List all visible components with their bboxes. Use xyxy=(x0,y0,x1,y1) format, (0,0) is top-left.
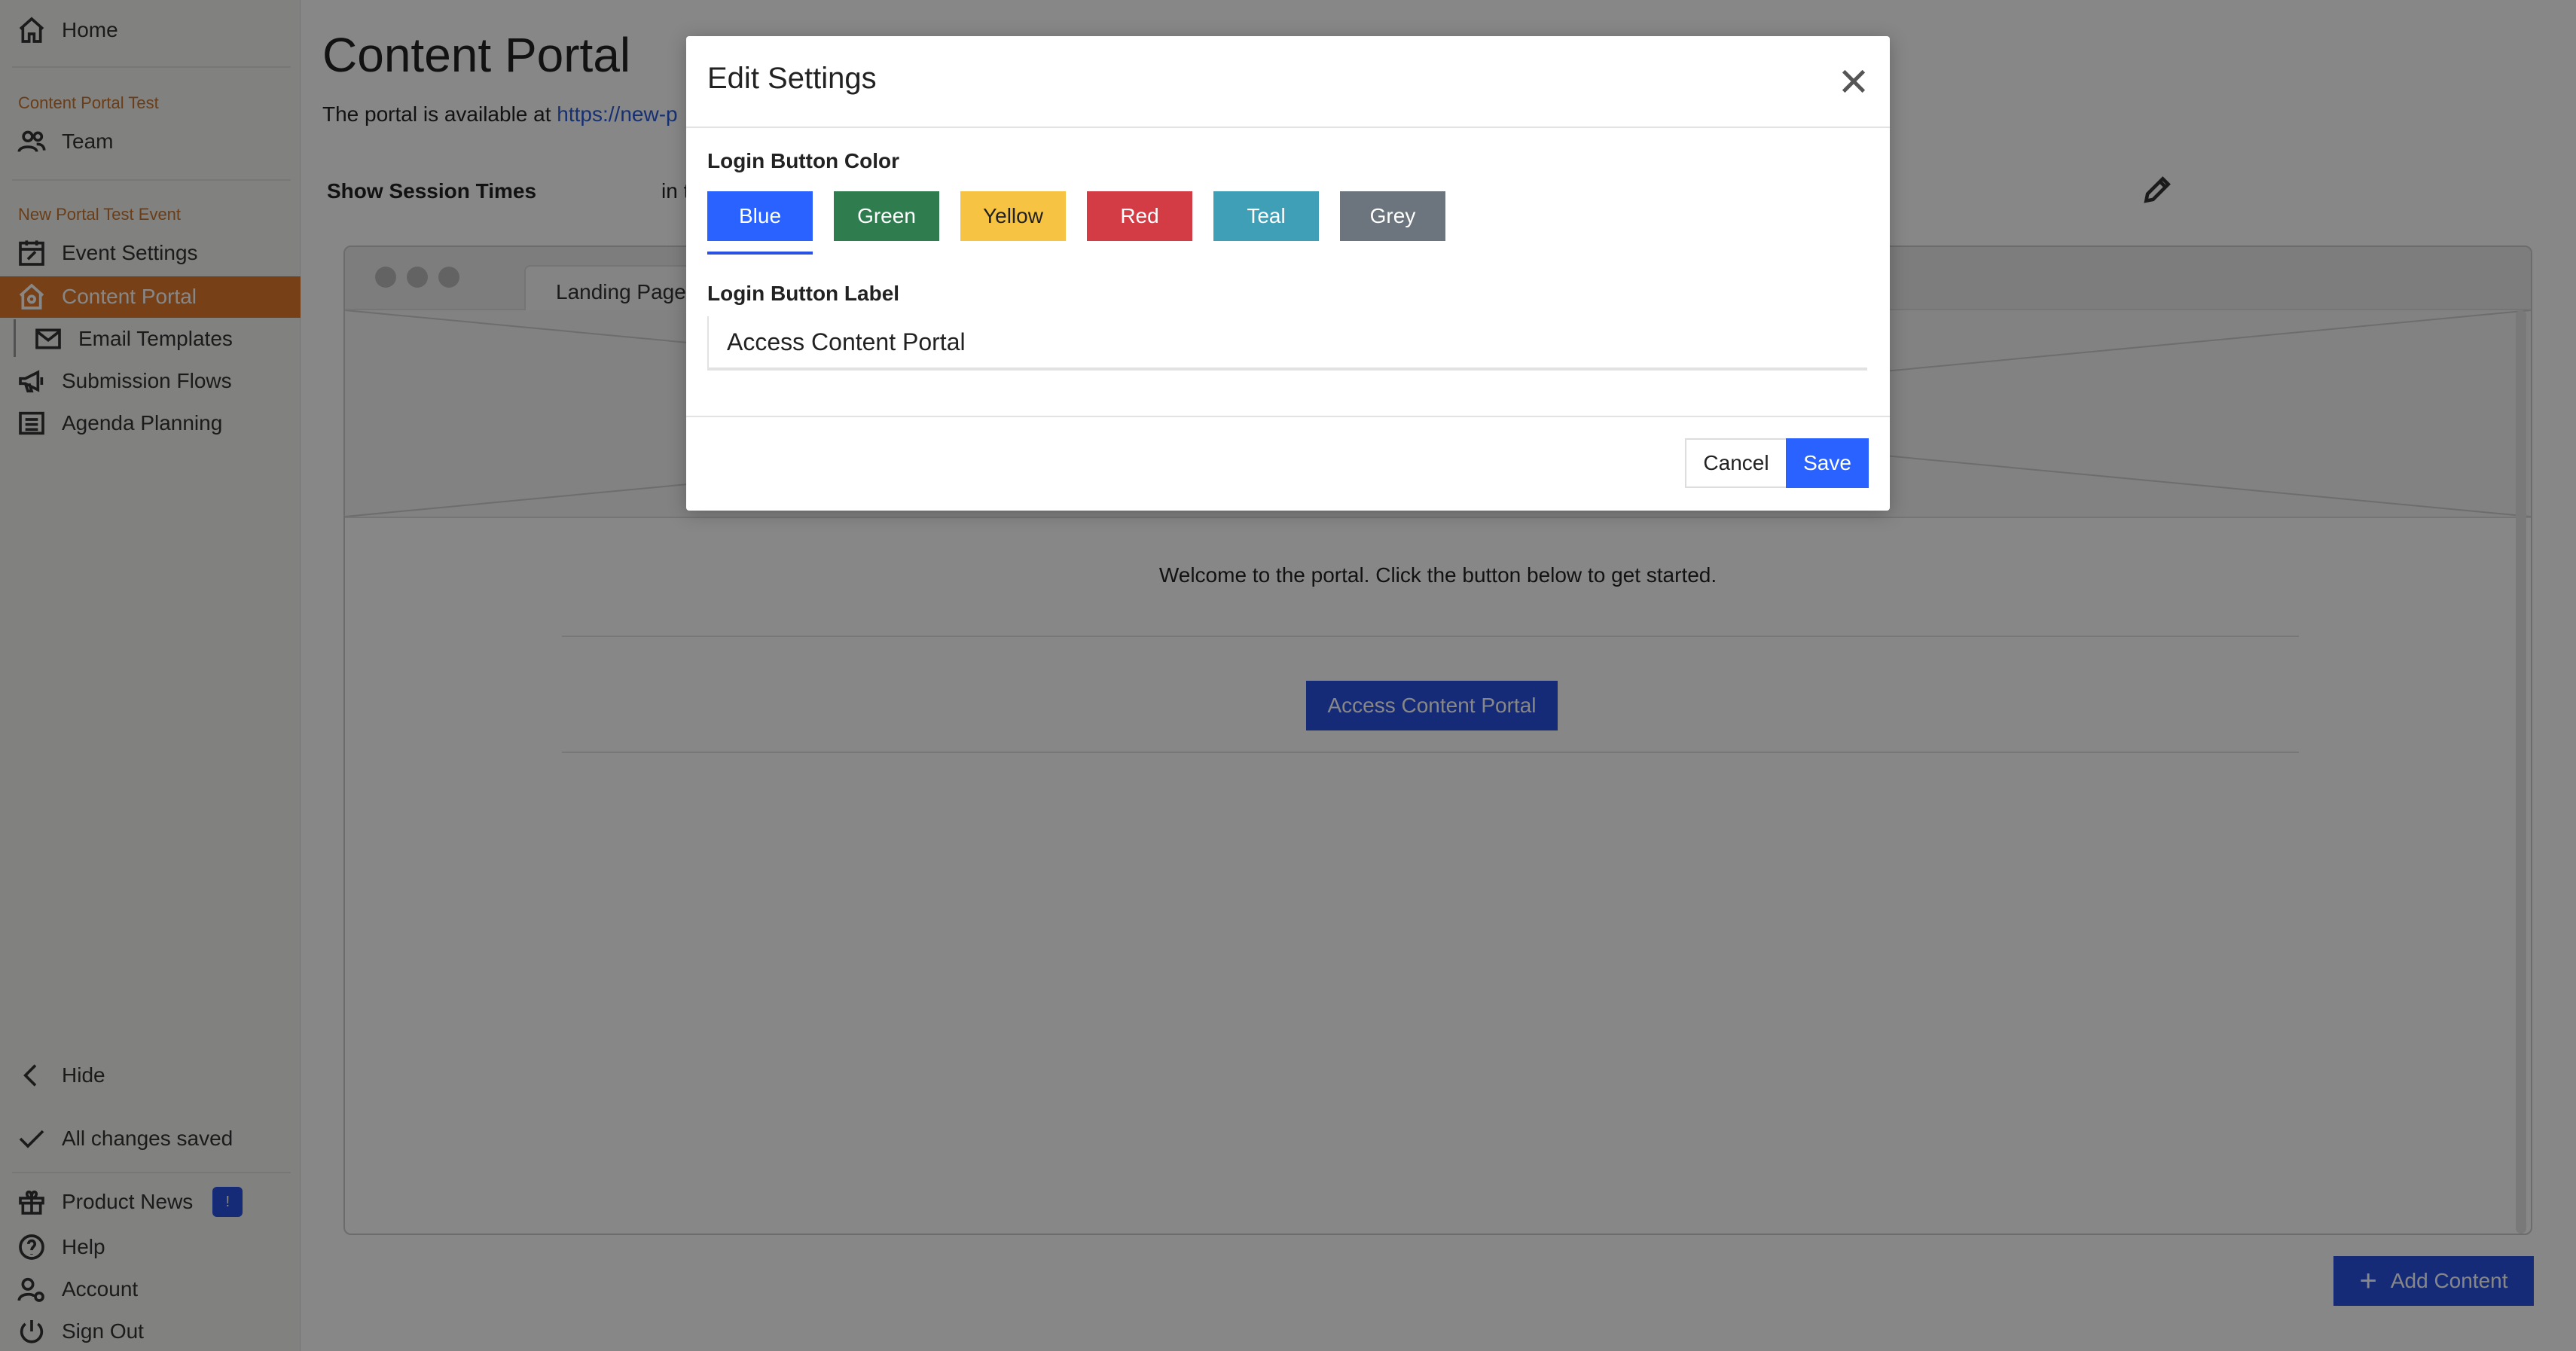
modal-title: Edit Settings xyxy=(707,62,877,95)
color-swatch-green[interactable]: Green xyxy=(834,191,939,241)
label-field-label: Login Button Label xyxy=(707,282,900,305)
modal-header: Edit Settings xyxy=(686,36,1890,128)
color-swatch-grey[interactable]: Grey xyxy=(1340,191,1445,241)
selected-color-indicator xyxy=(707,252,813,255)
color-swatch-blue[interactable]: Blue xyxy=(707,191,813,241)
color-swatch-red[interactable]: Red xyxy=(1087,191,1192,241)
color-field-label: Login Button Color xyxy=(707,149,900,172)
color-swatch-yellow[interactable]: Yellow xyxy=(960,191,1066,241)
close-icon[interactable] xyxy=(1839,66,1869,96)
login-button-label-input[interactable] xyxy=(707,316,1867,371)
edit-settings-modal: Edit Settings Login Button Color Blue Gre… xyxy=(686,36,1890,511)
divider xyxy=(686,416,1890,417)
save-button[interactable]: Save xyxy=(1786,438,1869,488)
cancel-button[interactable]: Cancel xyxy=(1685,438,1787,488)
color-swatch-teal[interactable]: Teal xyxy=(1213,191,1319,241)
